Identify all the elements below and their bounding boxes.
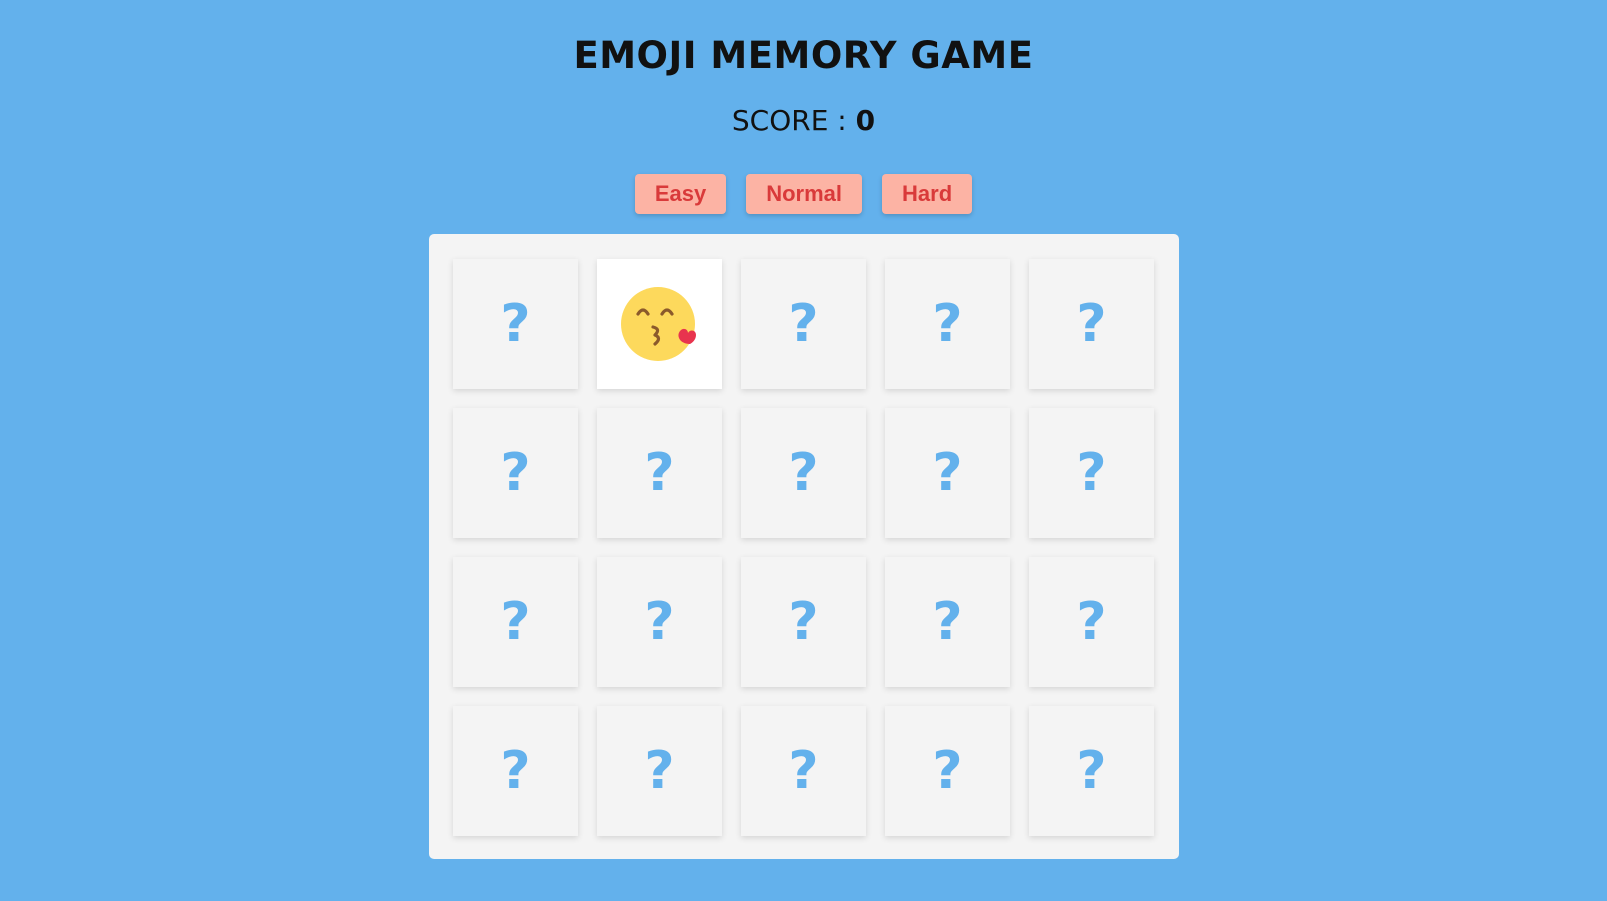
kissing-face-with-heart-icon xyxy=(620,287,696,361)
card-hidden[interactable]: ? xyxy=(885,259,1010,389)
card-hidden[interactable]: ? xyxy=(885,557,1010,687)
card-hidden[interactable]: ? xyxy=(597,408,722,538)
hard-button[interactable]: Hard xyxy=(882,174,973,214)
card-hidden[interactable]: ? xyxy=(453,557,578,687)
card-hidden[interactable]: ? xyxy=(885,706,1010,836)
card-hidden[interactable]: ? xyxy=(741,706,866,836)
question-mark-icon: ? xyxy=(1076,741,1107,801)
score-value: 0 xyxy=(855,104,876,137)
question-mark-icon: ? xyxy=(500,443,531,503)
question-mark-icon: ? xyxy=(932,592,963,652)
card-hidden[interactable]: ? xyxy=(1029,408,1154,538)
question-mark-icon: ? xyxy=(788,741,819,801)
card-hidden[interactable]: ? xyxy=(1029,259,1154,389)
card-hidden[interactable]: ? xyxy=(741,408,866,538)
card-hidden[interactable]: ? xyxy=(453,259,578,389)
card-hidden[interactable]: ? xyxy=(885,408,1010,538)
card-hidden[interactable]: ? xyxy=(741,557,866,687)
question-mark-icon: ? xyxy=(500,741,531,801)
card-hidden[interactable]: ? xyxy=(597,557,722,687)
card-hidden[interactable]: ? xyxy=(1029,557,1154,687)
card-revealed[interactable] xyxy=(597,259,722,389)
question-mark-icon: ? xyxy=(644,592,675,652)
card-hidden[interactable]: ? xyxy=(453,408,578,538)
question-mark-icon: ? xyxy=(1076,294,1107,354)
score-label: SCORE : xyxy=(731,104,856,137)
question-mark-icon: ? xyxy=(932,294,963,354)
page-title: EMOJI MEMORY GAME xyxy=(573,34,1034,77)
question-mark-icon: ? xyxy=(500,294,531,354)
difficulty-selector: Easy Normal Hard xyxy=(0,174,1607,214)
card-hidden[interactable]: ? xyxy=(1029,706,1154,836)
normal-button[interactable]: Normal xyxy=(746,174,863,214)
card-hidden[interactable]: ? xyxy=(741,259,866,389)
question-mark-icon: ? xyxy=(644,741,675,801)
question-mark-icon: ? xyxy=(788,443,819,503)
card-hidden[interactable]: ? xyxy=(597,706,722,836)
question-mark-icon: ? xyxy=(644,443,675,503)
question-mark-icon: ? xyxy=(932,741,963,801)
score-display: SCORE : 0 xyxy=(0,104,1607,137)
question-mark-icon: ? xyxy=(788,592,819,652)
question-mark-icon: ? xyxy=(1076,592,1107,652)
game-board: ??????????????????? xyxy=(429,234,1179,859)
question-mark-icon: ? xyxy=(500,592,531,652)
question-mark-icon: ? xyxy=(1076,443,1107,503)
card-hidden[interactable]: ? xyxy=(453,706,578,836)
easy-button[interactable]: Easy xyxy=(634,174,727,214)
question-mark-icon: ? xyxy=(788,294,819,354)
question-mark-icon: ? xyxy=(932,443,963,503)
